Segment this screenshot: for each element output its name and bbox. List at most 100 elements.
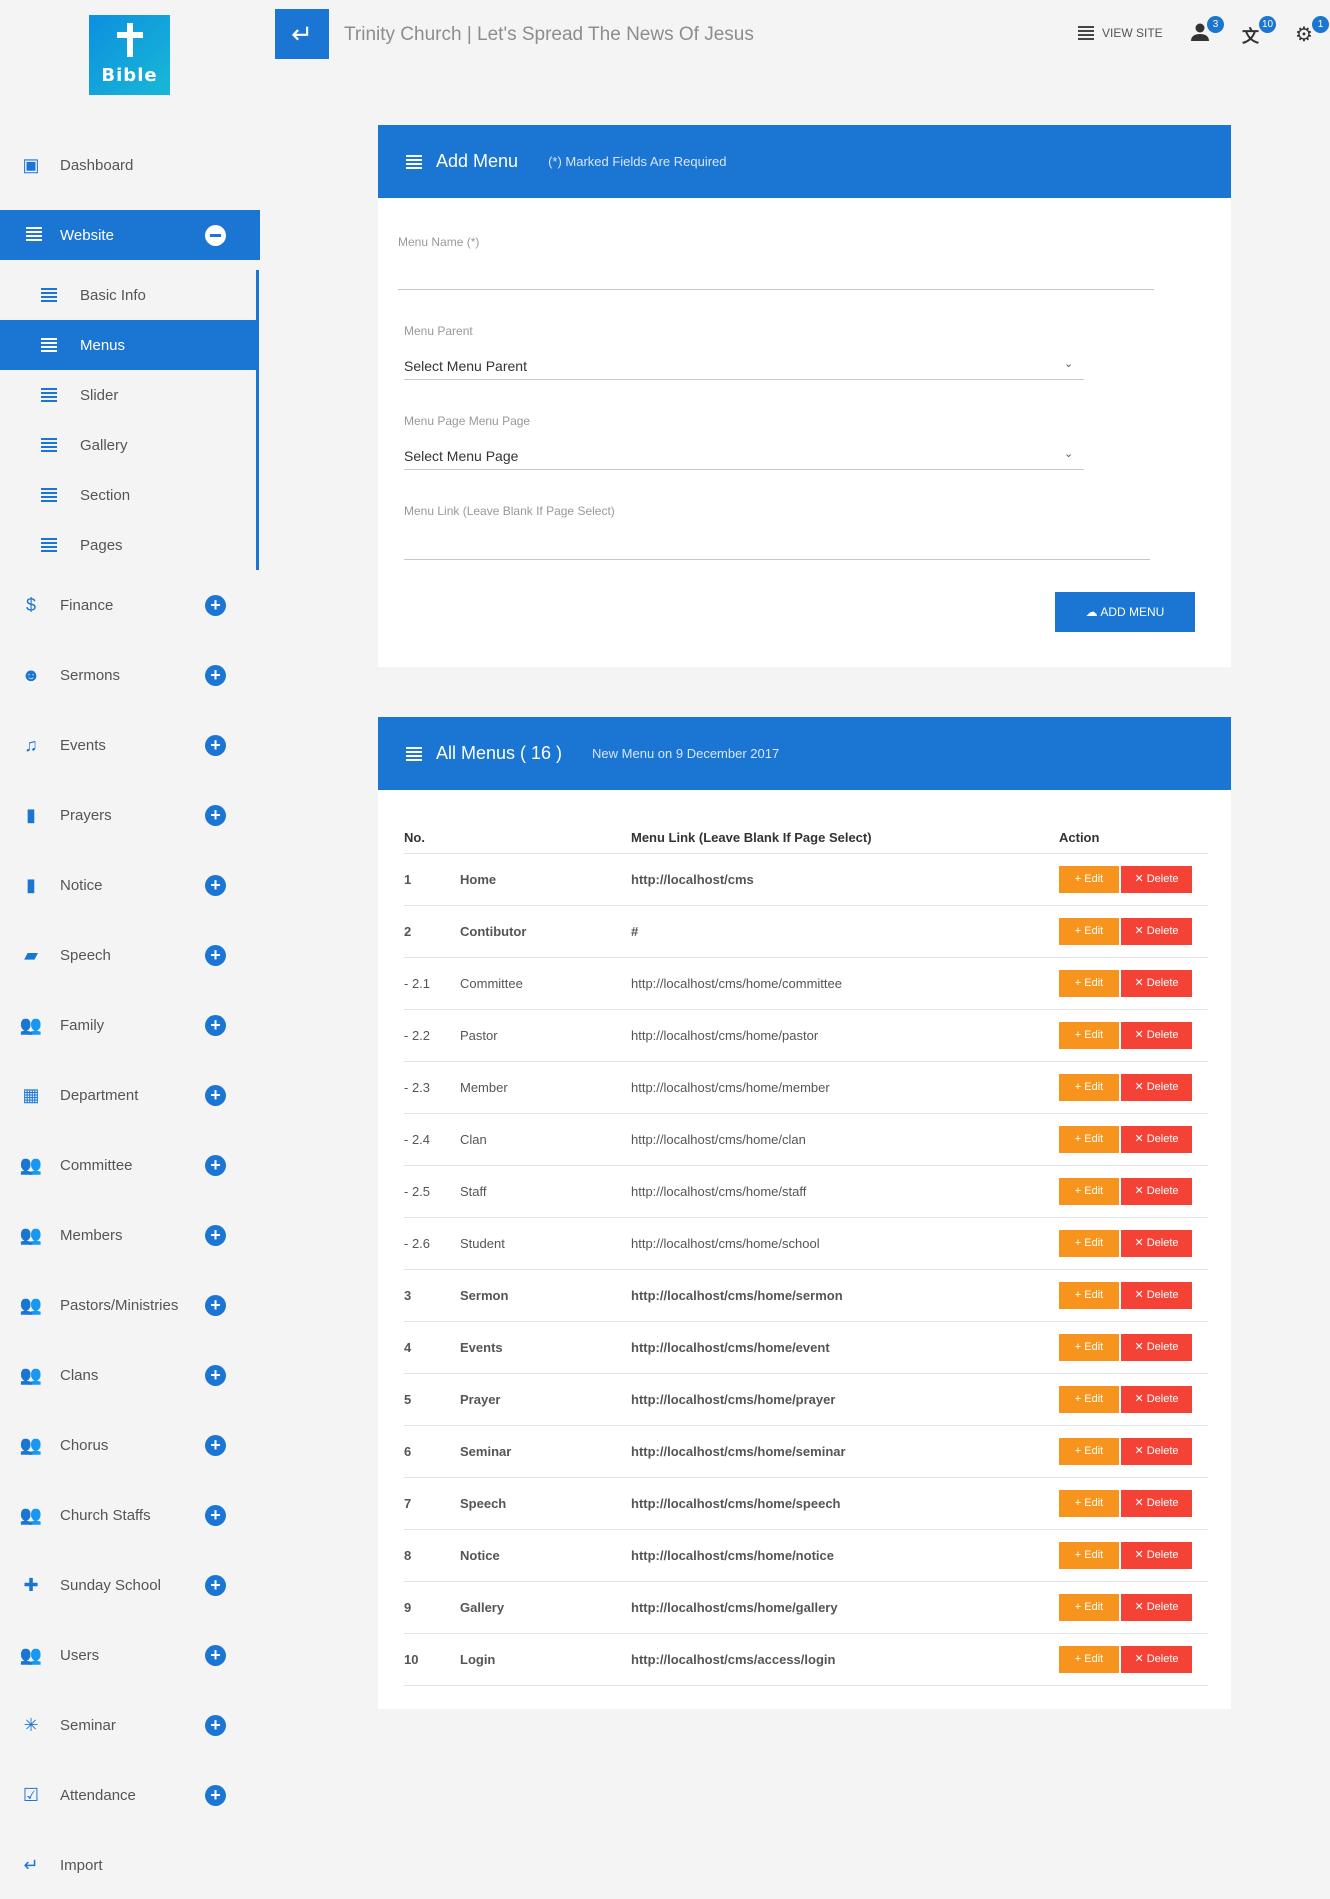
- expand-icon[interactable]: +: [205, 1014, 226, 1036]
- submenu-item-gallery[interactable]: Gallery: [0, 420, 258, 470]
- sidebar-item-committee[interactable]: 👥 Committee +: [0, 1140, 260, 1190]
- plus-icon: +: [1074, 1392, 1085, 1405]
- delete-button[interactable]: ✕ Delete: [1121, 1645, 1192, 1673]
- sidebar-item-sunday-school[interactable]: ✚ Sunday School +: [0, 1560, 260, 1610]
- submenu-item-section[interactable]: Section: [0, 470, 258, 520]
- delete-button[interactable]: ✕ Delete: [1121, 1333, 1192, 1361]
- sidebar-item-seminar[interactable]: ✳ Seminar +: [0, 1700, 260, 1750]
- sidebar-item-dashboard[interactable]: ▣ Dashboard: [0, 140, 260, 190]
- expand-icon[interactable]: +: [205, 1434, 226, 1456]
- menu-page-select[interactable]: Menu Page Menu Page Select Menu Page ⌄: [404, 414, 1084, 470]
- menu-name-field[interactable]: Menu Name (*): [398, 235, 1154, 295]
- delete-button[interactable]: ✕ Delete: [1121, 1177, 1192, 1205]
- expand-icon[interactable]: +: [205, 734, 226, 756]
- expand-icon[interactable]: +: [205, 1504, 226, 1526]
- edit-button[interactable]: + Edit: [1059, 865, 1119, 893]
- sidebar-item-sermons[interactable]: ☻ Sermons +: [0, 650, 260, 700]
- site-title: Trinity Church | Let's Spread The News O…: [344, 24, 754, 45]
- edit-button[interactable]: + Edit: [1059, 1333, 1119, 1361]
- settings-button[interactable]: ⚙ 1: [1295, 16, 1329, 48]
- delete-button[interactable]: ✕ Delete: [1121, 1541, 1192, 1569]
- user-notification-button[interactable]: 3: [1190, 16, 1224, 48]
- menu-link-field[interactable]: Menu Link (Leave Blank If Page Select): [404, 504, 1150, 560]
- submenu-item-pages[interactable]: Pages: [0, 520, 258, 570]
- sidebar-item-members[interactable]: 👥 Members +: [0, 1210, 260, 1260]
- delete-button[interactable]: ✕ Delete: [1121, 969, 1192, 997]
- expand-icon[interactable]: +: [205, 664, 226, 686]
- delete-button[interactable]: ✕ Delete: [1121, 1125, 1192, 1153]
- expand-icon[interactable]: +: [205, 1154, 226, 1176]
- delete-button[interactable]: ✕ Delete: [1121, 1281, 1192, 1309]
- sidebar-item-attendance[interactable]: ☑ Attendance +: [0, 1770, 260, 1820]
- delete-button[interactable]: ✕ Delete: [1121, 1489, 1192, 1517]
- menu-name: Contibutor: [460, 905, 631, 958]
- edit-button[interactable]: + Edit: [1059, 1229, 1119, 1257]
- edit-button[interactable]: + Edit: [1059, 1593, 1119, 1621]
- edit-button[interactable]: + Edit: [1059, 1073, 1119, 1101]
- delete-button[interactable]: ✕ Delete: [1121, 1385, 1192, 1413]
- sidebar-item-import[interactable]: ↵ Import: [0, 1840, 260, 1890]
- sidebar-item-pastors-ministries[interactable]: 👥 Pastors/Ministries +: [0, 1280, 260, 1330]
- sidebar-item-church-staffs[interactable]: 👥 Church Staffs +: [0, 1490, 260, 1540]
- sidebar-toggle-button[interactable]: ↵: [275, 9, 329, 59]
- people-icon: 👥: [19, 1015, 43, 1035]
- delete-button[interactable]: ✕ Delete: [1121, 1593, 1192, 1621]
- sidebar-item-website[interactable]: Website: [0, 210, 260, 260]
- edit-button[interactable]: + Edit: [1059, 1281, 1119, 1309]
- submenu-item-basic-info[interactable]: Basic Info: [0, 270, 258, 320]
- sidebar-item-finance[interactable]: $ Finance +: [0, 580, 260, 630]
- edit-button[interactable]: + Edit: [1059, 1645, 1119, 1673]
- expand-icon[interactable]: +: [205, 804, 226, 826]
- submenu-item-menus[interactable]: Menus: [0, 320, 258, 370]
- sidebar-item-speech[interactable]: ▰ Speech +: [0, 930, 260, 980]
- menu-link-input[interactable]: [404, 559, 1150, 560]
- translate-button[interactable]: 文 10: [1242, 16, 1276, 48]
- delete-button[interactable]: ✕ Delete: [1121, 917, 1192, 945]
- edit-button[interactable]: + Edit: [1059, 1489, 1119, 1517]
- sidebar-item-notice[interactable]: ▮ Notice +: [0, 860, 260, 910]
- expand-icon[interactable]: +: [205, 1294, 226, 1316]
- sidebar-item-events[interactable]: ♫ Events +: [0, 720, 260, 770]
- edit-button[interactable]: + Edit: [1059, 1125, 1119, 1153]
- edit-button[interactable]: + Edit: [1059, 1177, 1119, 1205]
- expand-icon[interactable]: +: [205, 1574, 226, 1596]
- add-menu-button[interactable]: ☁ ADD MENU: [1055, 592, 1195, 632]
- table-row: 4 Events http://localhost/cms/home/event + …: [404, 1321, 1208, 1374]
- sidebar-item-clans[interactable]: 👥 Clans +: [0, 1350, 260, 1400]
- expand-icon[interactable]: +: [205, 1224, 226, 1246]
- menu-name-input[interactable]: [398, 289, 1154, 290]
- delete-label: Delete: [1146, 1652, 1179, 1665]
- expand-icon[interactable]: +: [205, 1784, 226, 1806]
- delete-button[interactable]: ✕ Delete: [1121, 1229, 1192, 1257]
- sidebar-item-users[interactable]: 👥 Users +: [0, 1630, 260, 1680]
- view-site-link[interactable]: VIEW SITE: [1078, 26, 1163, 40]
- edit-button[interactable]: + Edit: [1059, 917, 1119, 945]
- bookmark-icon: ▮: [26, 805, 36, 825]
- edit-button[interactable]: + Edit: [1059, 1021, 1119, 1049]
- sidebar-item-label: Sermons: [60, 666, 121, 684]
- sidebar-item-family[interactable]: 👥 Family +: [0, 1000, 260, 1050]
- expand-icon[interactable]: +: [205, 874, 226, 896]
- expand-icon[interactable]: +: [205, 1364, 226, 1386]
- edit-button[interactable]: + Edit: [1059, 1385, 1119, 1413]
- sidebar-item-prayers[interactable]: ▮ Prayers +: [0, 790, 260, 840]
- sidebar-item-department[interactable]: ▦ Department +: [0, 1070, 260, 1120]
- collapse-icon[interactable]: [205, 224, 226, 246]
- expand-icon[interactable]: +: [205, 944, 226, 966]
- sidebar-item-chorus[interactable]: 👥 Chorus +: [0, 1420, 260, 1470]
- expand-icon[interactable]: +: [205, 1714, 226, 1736]
- delete-button[interactable]: ✕ Delete: [1121, 1073, 1192, 1101]
- menu-parent-select[interactable]: Menu Parent Select Menu Parent ⌄: [404, 324, 1084, 380]
- edit-button[interactable]: + Edit: [1059, 969, 1119, 997]
- column-header-action: Action: [1059, 823, 1208, 854]
- edit-button[interactable]: + Edit: [1059, 1437, 1119, 1465]
- expand-icon[interactable]: +: [205, 1084, 226, 1106]
- delete-button[interactable]: ✕ Delete: [1121, 1437, 1192, 1465]
- submenu-item-slider[interactable]: Slider: [0, 370, 258, 420]
- expand-icon[interactable]: +: [205, 594, 226, 616]
- expand-icon[interactable]: +: [205, 1644, 226, 1666]
- edit-button[interactable]: + Edit: [1059, 1541, 1119, 1569]
- delete-button[interactable]: ✕ Delete: [1121, 865, 1192, 893]
- bible-logo[interactable]: Bible: [89, 15, 170, 95]
- delete-button[interactable]: ✕ Delete: [1121, 1021, 1192, 1049]
